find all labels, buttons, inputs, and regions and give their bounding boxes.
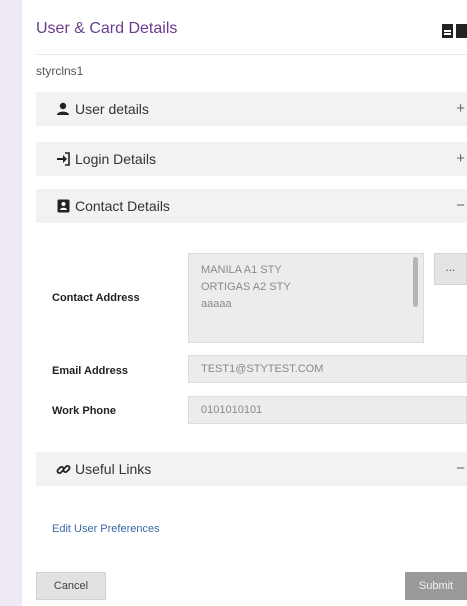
link-icon [55,461,71,477]
section-label: Contact Details [75,198,170,214]
user-card-details-panel: User & Card Details styrclns1 User detai… [22,0,467,606]
work-phone-field[interactable]: 0101010101 [188,396,467,424]
email-field[interactable]: TEST1@STYTEST.COM [188,355,467,383]
address-card-icon [55,198,71,214]
expand-icon[interactable]: + [456,100,465,117]
section-user-details[interactable]: User details + [36,92,467,127]
submit-button[interactable]: Submit [405,572,467,600]
user-icon [55,101,71,117]
address-line: MANILA A1 STY [201,264,282,276]
section-label: Useful Links [75,461,152,477]
pdf-icon[interactable] [442,24,453,38]
address-more-button[interactable]: ... [434,253,467,285]
page-title: User & Card Details [36,20,178,37]
scrollbar-thumb[interactable] [413,257,418,307]
username-label: styrclns1 [36,64,84,78]
address-line: ORTIGAS A2 STY [201,281,291,293]
work-phone-label: Work Phone [52,405,116,417]
contact-address-label: Contact Address [52,292,140,304]
section-label: Login Details [75,151,156,167]
email-address-label: Email Address [52,365,129,377]
section-useful-links[interactable]: Useful Links − [36,452,467,487]
cancel-button[interactable]: Cancel [36,572,106,600]
expand-icon[interactable]: + [456,150,465,167]
section-label: User details [75,101,149,117]
edit-user-preferences-link[interactable]: Edit User Preferences [52,523,160,535]
section-login-details[interactable]: Login Details + [36,142,467,177]
doc-icon[interactable] [456,24,467,38]
collapse-icon[interactable]: − [456,460,465,477]
header-actions [442,24,467,38]
login-icon [55,151,71,167]
panel-header: User & Card Details [36,20,467,44]
header-divider [36,54,467,55]
address-line: aaaaa [201,298,232,310]
section-contact-details[interactable]: Contact Details − [36,189,467,224]
collapse-icon[interactable]: − [456,197,465,214]
contact-address-field[interactable]: MANILA A1 STY ORTIGAS A2 STY aaaaa [188,253,424,343]
